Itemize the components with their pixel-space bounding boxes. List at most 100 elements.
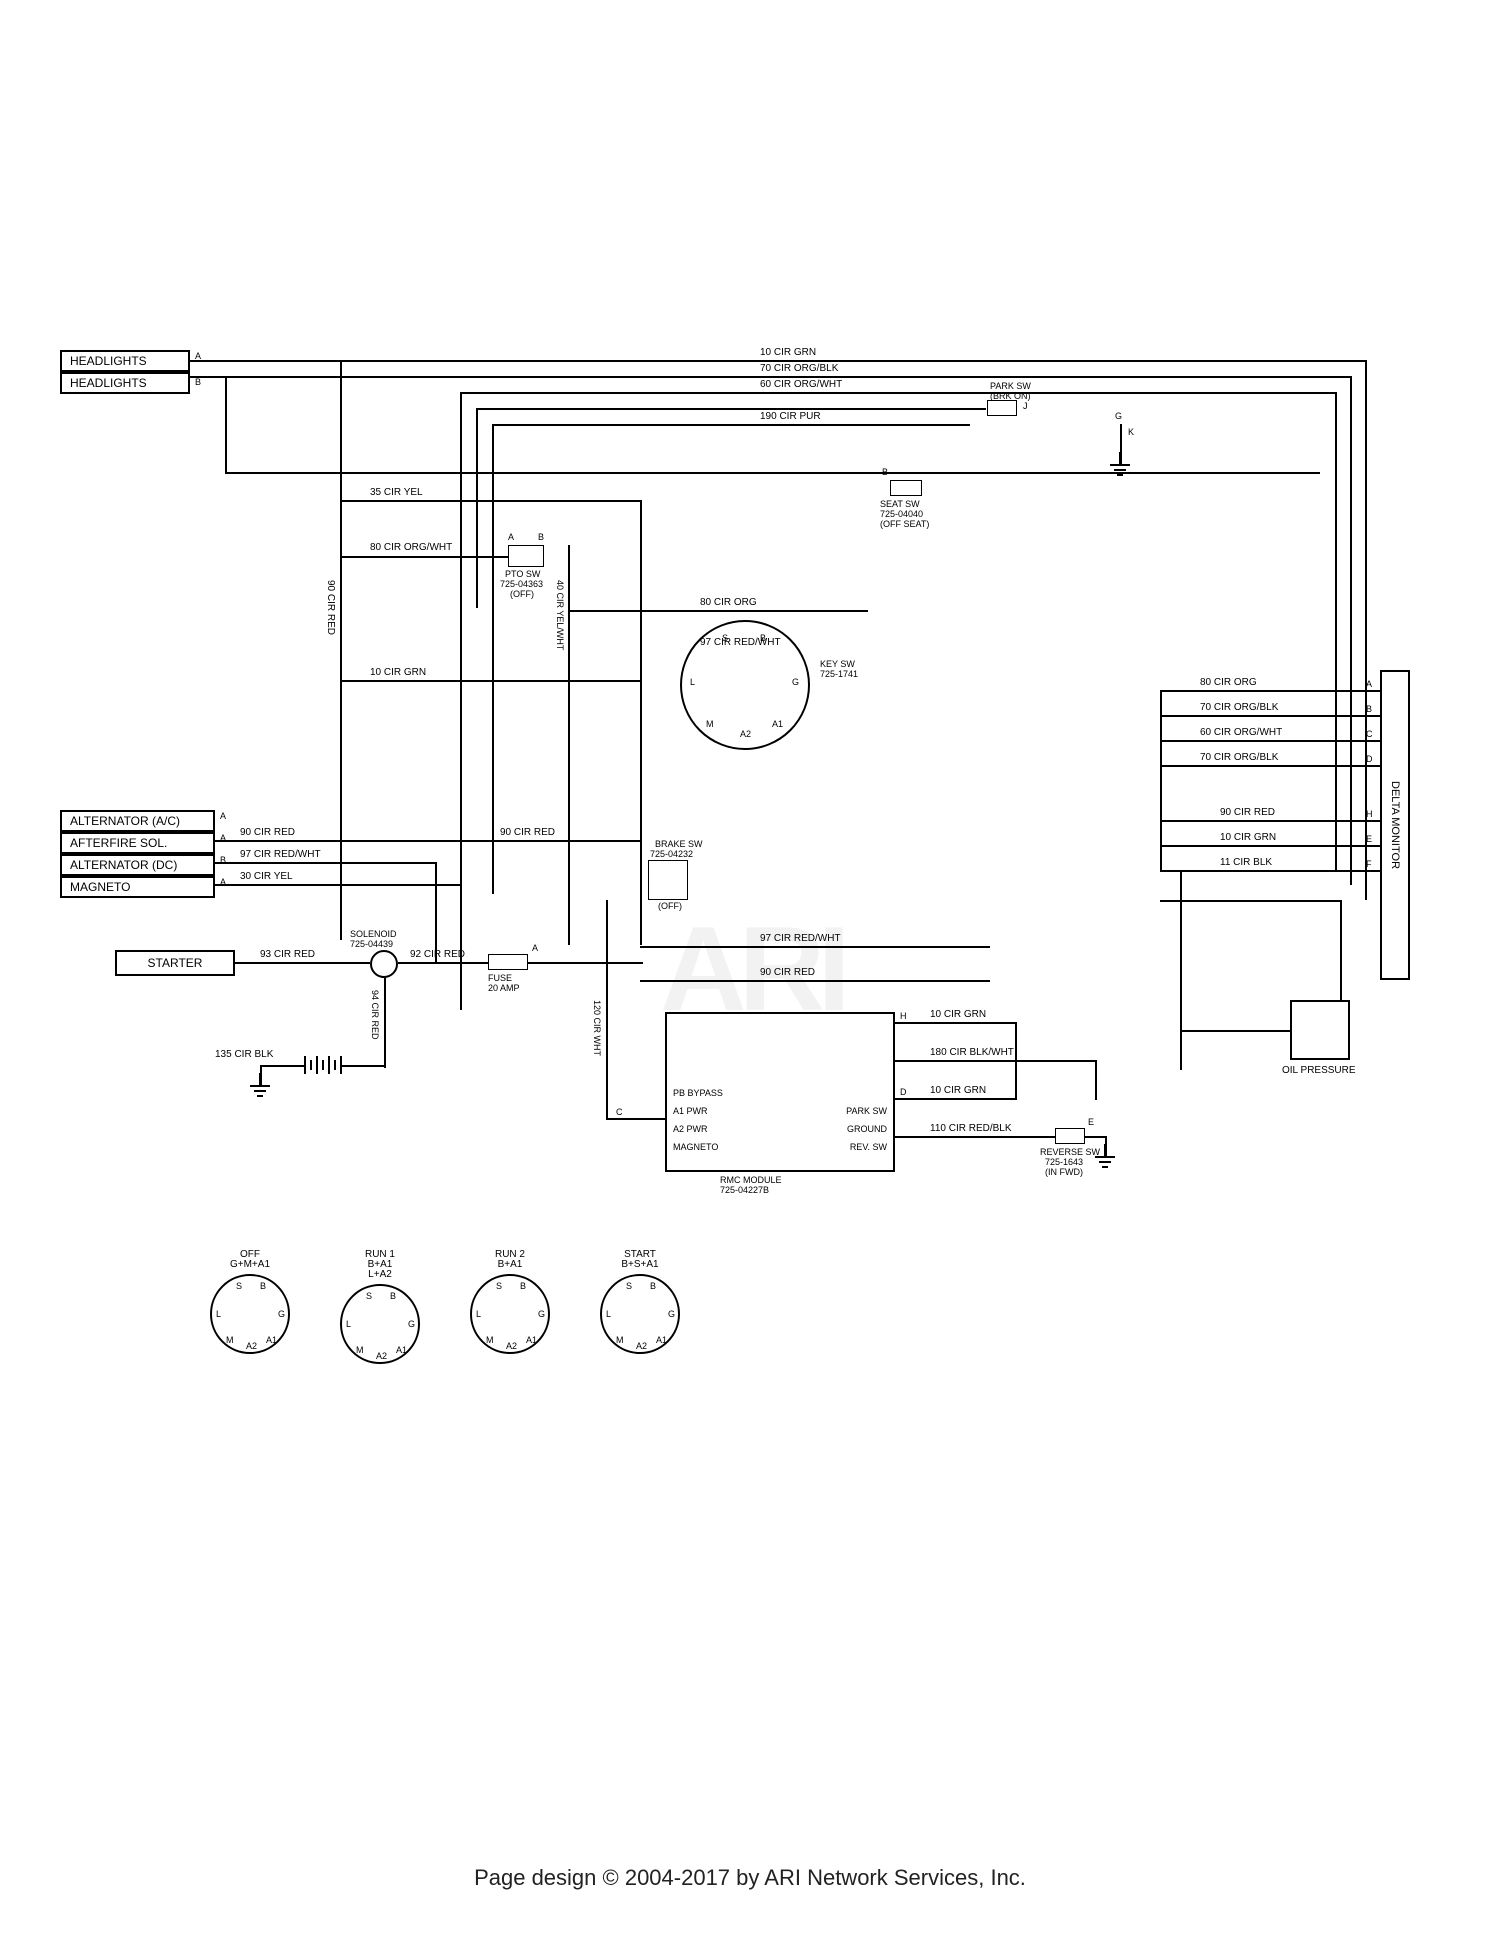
rmc-module-part: 725-04227B xyxy=(720,1186,769,1195)
rmc-module-name: RMC MODULE xyxy=(720,1176,782,1185)
wire-90-red-b: 90 CIR RED xyxy=(500,828,555,838)
wire-97-redwht-b: 97 CIR RED/WHT xyxy=(240,850,321,860)
pto-sw-state: (OFF) xyxy=(510,590,534,599)
wire-80-orgwht: 80 CIR ORG/WHT xyxy=(370,543,452,553)
wire-11-blk-r: 11 CIR BLK xyxy=(1220,858,1272,868)
wire-60-orgwht: 60 CIR ORG/WHT xyxy=(760,380,842,390)
terminal-b3: B xyxy=(538,533,544,542)
delta-d: D xyxy=(1366,755,1373,764)
key-pin-g: G xyxy=(792,678,799,687)
magneto-box: MAGNETO xyxy=(60,876,215,898)
magneto-label: MAGNETO xyxy=(70,880,130,894)
term-e: E xyxy=(1088,1118,1094,1127)
brake-sw-state: (OFF) xyxy=(658,902,682,911)
key-sw-part: 725-1741 xyxy=(820,670,858,679)
reverse-sw-part: 725-1643 xyxy=(1045,1158,1083,1167)
park-sw-name: PARK SW xyxy=(990,382,1031,391)
pto-sw-symbol xyxy=(508,545,544,567)
terminal-a3: A xyxy=(508,533,514,542)
wire-92-red: 92 CIR RED xyxy=(410,950,465,960)
headlights-a-label: HEADLIGHTS xyxy=(70,354,147,368)
rmc-pb-bypass: PB BYPASS xyxy=(673,1088,723,1098)
alternator-ac-box: ALTERNATOR (A/C) xyxy=(60,810,215,832)
ground-icon-2 xyxy=(250,1085,270,1105)
term-c: C xyxy=(616,1108,623,1117)
wire-110-redblk: 110 CIR RED/BLK xyxy=(930,1124,1012,1134)
wire-94-red: 94 CIR RED xyxy=(370,990,379,1040)
seat-sw-state: (OFF SEAT) xyxy=(880,520,929,529)
rmc-a1-pwr: A1 PWR xyxy=(673,1106,708,1116)
wire-97-redwht-c: 97 CIR RED/WHT xyxy=(760,934,841,944)
wire-135-blk: 135 CIR BLK xyxy=(215,1050,273,1060)
park-sw-symbol xyxy=(987,400,1017,416)
key-off-circle: SB LG MA1 A2 xyxy=(210,1274,290,1354)
terminal-k: K xyxy=(1128,428,1134,437)
park-sw-state: (BRK ON) xyxy=(990,392,1031,401)
reverse-sw-symbol xyxy=(1055,1128,1085,1144)
terminal-g: G xyxy=(1115,412,1122,421)
reverse-sw-state: (IN FWD) xyxy=(1045,1168,1083,1177)
key-pin-l: L xyxy=(690,678,695,687)
key-run1-combo: B+A1 L+A2 xyxy=(340,1260,420,1280)
alternator-ac-label: ALTERNATOR (A/C) xyxy=(70,814,180,828)
fuse-name: FUSE xyxy=(488,974,512,983)
delta-b: B xyxy=(1366,705,1372,714)
wire-60-orgwht-r: 60 CIR ORG/WHT xyxy=(1200,728,1282,738)
key-run2-circle: SB LG MA1 A2 xyxy=(470,1274,550,1354)
reverse-sw-name: REVERSE SW xyxy=(1040,1148,1100,1157)
solenoid-symbol xyxy=(370,950,398,978)
terminal-a: A xyxy=(195,352,201,361)
wire-93-red: 93 CIR RED xyxy=(260,950,315,960)
brake-sw-symbol xyxy=(648,860,688,900)
terminal-b2: B xyxy=(882,468,888,477)
wire-90-red-c: 90 CIR RED xyxy=(760,968,815,978)
oil-pressure-label: OIL PRESSURE xyxy=(1282,1066,1356,1076)
starter-box: STARTER xyxy=(115,950,235,976)
delta-e: E xyxy=(1366,835,1372,844)
alternator-dc-box: ALTERNATOR (DC) xyxy=(60,854,215,876)
seat-sw-part: 725-04040 xyxy=(880,510,923,519)
terminal-j: J xyxy=(1023,402,1028,411)
rmc-a2-pwr: A2 PWR xyxy=(673,1124,708,1134)
solenoid-part: 725-04439 xyxy=(350,940,393,949)
wire-190-pur: 190 CIR PUR xyxy=(760,412,821,422)
wire-90-red-r: 90 CIR RED xyxy=(1220,808,1275,818)
wiring-diagram: ARI HEADLIGHTS HEADLIGHTS A B 10 CIR GRN… xyxy=(60,300,1440,1410)
headlights-a-box: HEADLIGHTS xyxy=(60,350,190,372)
headlights-b-box: HEADLIGHTS xyxy=(60,372,190,394)
term-fuse-a: A xyxy=(532,944,538,953)
afterfire-sol-label: AFTERFIRE SOL. xyxy=(70,836,167,850)
ground-icon xyxy=(1110,464,1130,484)
wire-180-blkwht: 180 CIR BLK/WHT xyxy=(930,1048,1014,1058)
seat-sw-symbol xyxy=(890,480,922,496)
delta-monitor-box: DELTA MONITOR xyxy=(1380,670,1410,980)
key-off-combo: G+M+A1 xyxy=(210,1260,290,1270)
wire-70-orgblk: 70 CIR ORG/BLK xyxy=(760,364,838,374)
wire-97-redwht: 97 CIR RED/WHT xyxy=(700,638,781,648)
key-pin-a2: A2 xyxy=(740,730,751,739)
rmc-park-sw: PARK SW xyxy=(846,1106,887,1116)
wire-120-wht: 120 CIR WHT xyxy=(592,1000,601,1056)
rmc-module-box: PB BYPASS A1 PWRPARK SW A2 PWRGROUND MAG… xyxy=(665,1012,895,1172)
key-pin-a1: A1 xyxy=(772,720,783,729)
ground-icon-3 xyxy=(1095,1156,1115,1176)
pto-sw-name: PTO SW xyxy=(505,570,540,579)
wire-90-red-a: 90 CIR RED xyxy=(240,828,295,838)
term-alt-a: A xyxy=(220,812,226,821)
key-run1-circle: SB LG MA1 A2 xyxy=(340,1284,420,1364)
pto-sw-part: 725-04363 xyxy=(500,580,543,589)
rmc-magneto: MAGNETO xyxy=(673,1142,718,1152)
term-h: H xyxy=(900,1012,907,1021)
wire-80-org-r: 80 CIR ORG xyxy=(1200,678,1257,688)
footer-copyright: Page design © 2004-2017 by ARI Network S… xyxy=(0,1865,1500,1891)
wire-10-grn-top: 10 CIR GRN xyxy=(760,348,816,358)
wire-10-grn-r: 10 CIR GRN xyxy=(1220,833,1276,843)
wire-70-orgblk-r: 70 CIR ORG/BLK xyxy=(1200,703,1278,713)
key-pin-m: M xyxy=(706,720,714,729)
key-start-circle: SB LG MA1 A2 xyxy=(600,1274,680,1354)
terminal-b: B xyxy=(195,378,201,387)
brake-sw-part: 725-04232 xyxy=(650,850,693,859)
delta-a: A xyxy=(1366,680,1372,689)
wire-35-yel: 35 CIR YEL xyxy=(370,488,423,498)
wire-30-yel: 30 CIR YEL xyxy=(240,872,293,882)
